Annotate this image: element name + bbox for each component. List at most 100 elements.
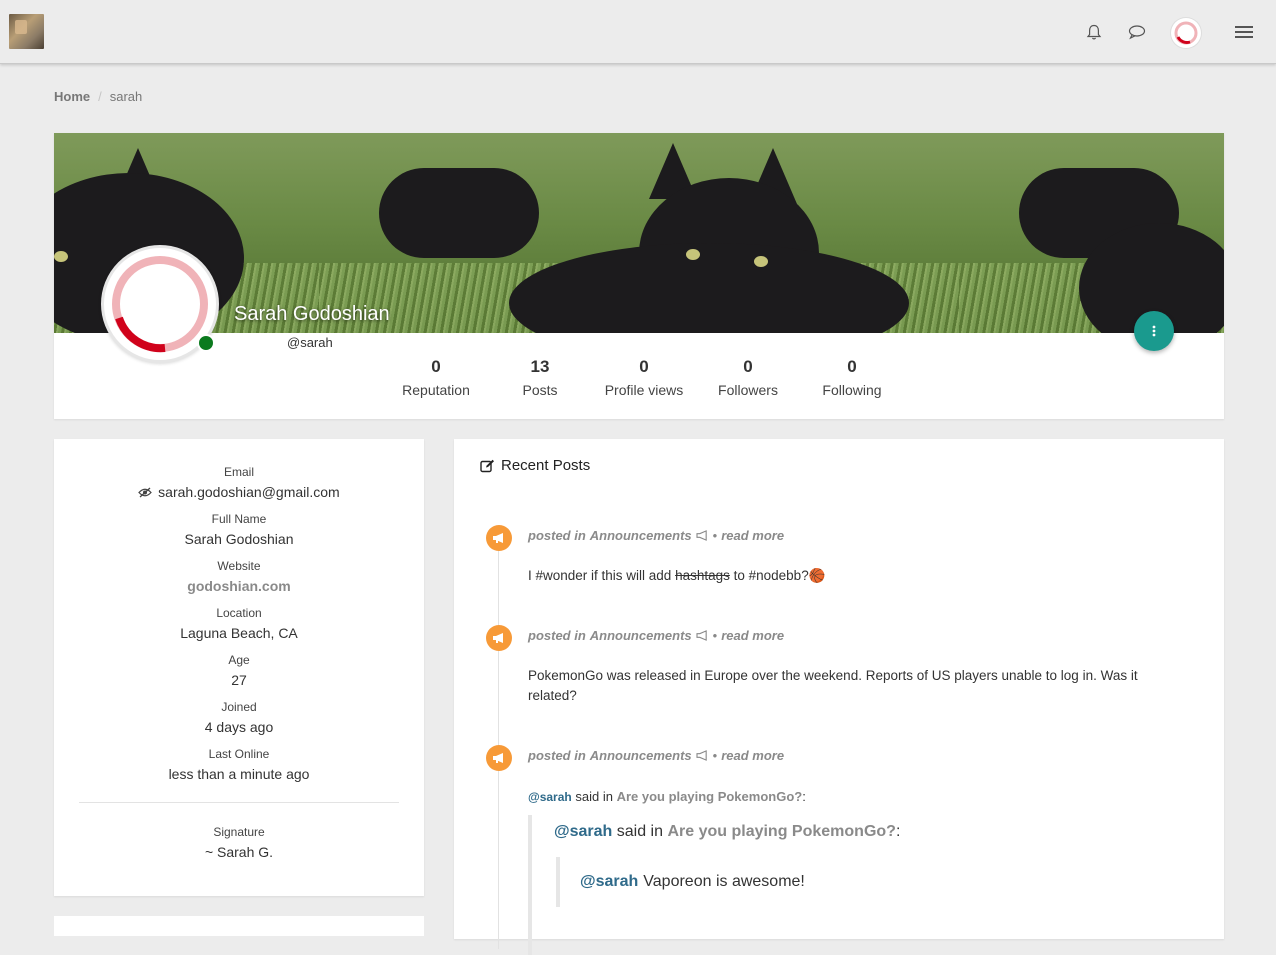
stat-value: 0 — [743, 357, 753, 376]
stat-value: 0 — [639, 357, 649, 376]
stat-value: 0 — [431, 357, 441, 376]
user-avatar[interactable] — [1171, 18, 1201, 48]
location-field: Location Laguna Beach, CA — [54, 606, 424, 641]
category-link[interactable]: Announcements — [590, 748, 692, 763]
category-link[interactable]: Announcements — [590, 528, 692, 543]
megaphone-icon — [696, 750, 707, 761]
age-value: 27 — [231, 672, 247, 688]
location-label: Location — [216, 606, 262, 620]
breadcrumb-current: sarah — [109, 89, 143, 104]
website-label: Website — [217, 559, 261, 573]
timeline-line — [498, 529, 499, 949]
last-online-value: less than a minute ago — [168, 766, 310, 782]
post-content: PokemonGo was released in Europe over th… — [528, 668, 1138, 703]
topic-link[interactable]: Are you playing PokemonGo? — [617, 789, 803, 804]
bullet: • — [712, 528, 718, 543]
recent-posts-heading: Recent Posts — [480, 457, 590, 474]
chat-icon[interactable] — [1125, 20, 1149, 44]
site-logo[interactable] — [9, 14, 44, 49]
topic-link[interactable]: Are you playing PokemonGo? — [667, 823, 895, 840]
nested-blockquote: @sarah Vaporeon is awesome! — [556, 857, 805, 907]
website-field: Website godoshian.com — [54, 559, 424, 596]
breadcrumb-home-link[interactable]: Home — [54, 89, 90, 104]
user-mention[interactable]: @sarah — [554, 823, 612, 840]
stat-profile-views: 0 Profile views — [592, 357, 696, 398]
megaphone-icon — [486, 745, 512, 771]
quote-text: Vaporeon is awesome! — [643, 873, 805, 890]
said-in-text: said in — [575, 789, 613, 804]
top-navbar — [0, 0, 1276, 64]
hamburger-menu-icon[interactable] — [1232, 20, 1256, 44]
profile-username: @sarah — [287, 335, 333, 350]
user-mention[interactable]: @sarah — [528, 790, 572, 804]
edit-icon — [480, 459, 494, 472]
breadcrumb-separator: / — [98, 89, 102, 104]
posted-in-text: posted in — [528, 628, 586, 643]
joined-field: Joined 4 days ago — [54, 700, 424, 735]
eye-slash-icon — [138, 487, 153, 498]
stat-label: Reputation — [402, 382, 470, 398]
post-meta: posted in Announcements • read more — [528, 748, 784, 763]
signature-value: ~ Sarah G. — [204, 844, 274, 860]
posted-in-text: posted in — [528, 528, 586, 543]
profile-info-card: Email sarah.godoshian@gmail.com Full Nam… — [54, 439, 424, 896]
stat-label: Profile views — [604, 382, 684, 398]
website-link[interactable]: godoshian.com — [187, 578, 290, 594]
post-meta: posted in Announcements • read more — [528, 528, 784, 543]
bullet: • — [712, 628, 718, 643]
signature-label: Signature — [213, 825, 265, 839]
age-field: Age 27 — [54, 653, 424, 688]
profile-stats: 0 Reputation 13 Posts 0 Profile views 0 … — [384, 357, 904, 398]
post-content: I #wonder if this will add hashtags to #… — [528, 566, 1168, 586]
breadcrumb: Home / sarah — [54, 89, 142, 104]
read-more-link[interactable]: read more — [721, 748, 784, 763]
age-label: Age — [228, 653, 250, 667]
blockquote: @sarah said in Are you playing PokemonGo… — [528, 815, 1188, 955]
stat-label: Following — [822, 382, 882, 398]
fullname-field: Full Name Sarah Godoshian — [54, 512, 424, 547]
last-online-field: Last Online less than a minute ago — [54, 747, 424, 782]
basketball-emoji: 🏀 — [808, 568, 826, 583]
stat-label: Followers — [718, 382, 778, 398]
said-in-text: said in — [616, 823, 663, 840]
post-text: I #wonder if this will add — [528, 568, 676, 583]
read-more-link[interactable]: read more — [721, 628, 784, 643]
email-row: sarah.godoshian@gmail.com — [54, 484, 424, 500]
megaphone-icon — [696, 630, 707, 641]
profile-header-card: Sarah Godoshian @sarah 0 Reputation 13 P… — [54, 133, 1224, 419]
more-vertical-icon — [1152, 325, 1156, 337]
stat-value: 13 — [530, 357, 550, 376]
stat-following[interactable]: 0 Following — [800, 357, 904, 398]
stat-followers[interactable]: 0 Followers — [696, 357, 800, 398]
post-text-strikethrough: hashtags — [675, 568, 730, 583]
last-online-label: Last Online — [208, 747, 270, 761]
user-mention[interactable]: @sarah — [580, 873, 638, 891]
signature-field: Signature ~ Sarah G. — [54, 825, 424, 860]
fullname-label: Full Name — [211, 512, 267, 526]
email-value: sarah.godoshian@gmail.com — [158, 484, 340, 500]
profile-actions-button[interactable] — [1134, 311, 1174, 351]
profile-full-name: Sarah Godoshian — [234, 303, 390, 325]
read-more-link[interactable]: read more — [721, 528, 784, 543]
online-status-indicator — [197, 334, 215, 352]
post-content: @sarah said in Are you playing PokemonGo… — [528, 787, 1168, 807]
divider — [79, 802, 399, 803]
colon-text: : — [895, 823, 901, 840]
fullname-value: Sarah Godoshian — [184, 531, 294, 547]
stat-reputation: 0 Reputation — [384, 357, 488, 398]
bell-icon[interactable] — [1082, 20, 1106, 44]
stat-posts[interactable]: 13 Posts — [488, 357, 592, 398]
recent-posts-card: Recent Posts posted in Announcements • r… — [454, 439, 1224, 955]
post-meta: posted in Announcements • read more — [528, 628, 784, 643]
megaphone-icon — [486, 625, 512, 651]
bullet: • — [712, 748, 718, 763]
megaphone-icon — [696, 530, 707, 541]
joined-label: Joined — [221, 700, 257, 714]
post-text: to #nodebb? — [729, 568, 809, 583]
category-link[interactable]: Announcements — [590, 628, 692, 643]
secondary-card — [54, 916, 424, 936]
joined-value: 4 days ago — [204, 719, 274, 735]
email-label: Email — [223, 465, 254, 479]
location-value: Laguna Beach, CA — [180, 625, 298, 641]
megaphone-icon — [486, 525, 512, 551]
